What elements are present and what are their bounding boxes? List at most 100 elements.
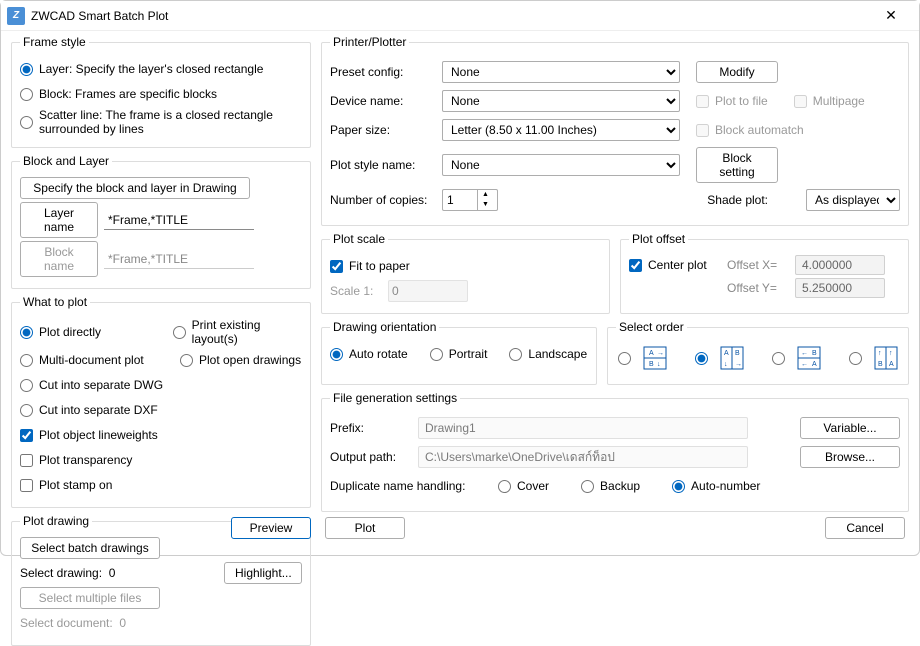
copies-label: Number of copies: (330, 193, 434, 207)
preview-button[interactable]: Preview (231, 517, 311, 539)
frame-style-legend: Frame style (20, 35, 89, 49)
browse-button[interactable]: Browse... (800, 446, 900, 468)
shade-label: Shade plot: (707, 193, 768, 207)
preset-label: Preset config: (330, 65, 434, 79)
svg-text:A: A (889, 361, 894, 368)
svg-text:B: B (735, 350, 740, 357)
prefix-label: Prefix: (330, 421, 410, 435)
plot-to-file[interactable]: Plot to file (696, 94, 768, 108)
plot-transparency[interactable]: Plot transparency (20, 453, 132, 467)
file-gen-group: File generation settings Prefix: Variabl… (321, 391, 909, 512)
style-label: Plot style name: (330, 158, 434, 172)
highlight-button[interactable]: Highlight... (224, 562, 302, 584)
cut-dwg[interactable]: Cut into separate DWG (20, 378, 163, 392)
fit-to-paper[interactable]: Fit to paper (330, 259, 410, 273)
specify-block-layer-button[interactable]: Specify the block and layer in Drawing (20, 177, 250, 199)
order-option-3[interactable]: ← B ← A (772, 346, 821, 370)
plot-offset-legend: Plot offset (629, 232, 688, 246)
paper-select[interactable]: Letter (8.50 x 11.00 Inches) (442, 119, 680, 141)
offset-x-label: Offset X= (727, 258, 787, 272)
block-name-input (104, 250, 254, 269)
paper-label: Paper size: (330, 123, 434, 137)
dup-backup[interactable]: Backup (581, 479, 640, 493)
print-existing-layouts[interactable]: Print existing layout(s) (173, 318, 302, 346)
frame-style-block[interactable]: Block: Frames are specific blocks (20, 87, 217, 101)
orientation-portrait[interactable]: Portrait (430, 347, 488, 361)
svg-text:A: A (649, 350, 654, 357)
svg-text:A: A (812, 361, 817, 368)
shade-select[interactable]: As displayed (806, 189, 900, 211)
block-layer-legend: Block and Layer (20, 154, 112, 168)
multipage: Multipage (794, 94, 865, 108)
plot-offset-group: Plot offset Center plot Offset X= 4.0000… (620, 232, 909, 314)
close-icon[interactable]: ✕ (871, 7, 911, 24)
offset-y-label: Offset Y= (727, 281, 787, 295)
plot-open-drawings[interactable]: Plot open drawings (180, 353, 301, 367)
frame-style-group: Frame style Layer: Specify the layer's c… (11, 35, 311, 148)
svg-text:→: → (735, 361, 742, 368)
cancel-button[interactable]: Cancel (825, 517, 905, 539)
select-order-group: Select order A→B↓ AB↓→ ←B←A ↑↑BA (607, 320, 909, 385)
app-icon: Z (7, 7, 25, 25)
what-to-plot-legend: What to plot (20, 295, 90, 309)
svg-text:←: ← (801, 361, 808, 368)
block-automatch[interactable]: Block automatch (696, 123, 804, 137)
center-plot[interactable]: Center plot (629, 258, 719, 272)
device-select[interactable]: None (442, 90, 680, 112)
block-name-button: Block name (20, 241, 98, 277)
window-title: ZWCAD Smart Batch Plot (31, 9, 871, 23)
order-vertical-right-icon: AB↓→ (720, 346, 744, 370)
plot-button[interactable]: Plot (325, 517, 405, 539)
plot-stamp[interactable]: Plot stamp on (20, 478, 112, 492)
select-order-legend: Select order (616, 320, 687, 334)
copies-spinner[interactable]: ▲▼ (442, 189, 498, 211)
scale-input (388, 280, 468, 302)
dup-autonumber[interactable]: Auto-number (672, 479, 760, 493)
order-vertical-left-icon: ↑↑BA (874, 346, 898, 370)
copies-up-icon[interactable]: ▲ (478, 190, 493, 200)
output-label: Output path: (330, 450, 410, 464)
order-option-1[interactable]: A→B↓ (618, 346, 667, 370)
order-option-2[interactable]: AB↓→ (695, 346, 744, 370)
svg-text:B: B (878, 361, 883, 368)
layer-name-button[interactable]: Layer name (20, 202, 98, 238)
frame-style-scatter[interactable]: Scatter line: The frame is a closed rect… (20, 108, 289, 136)
copies-down-icon[interactable]: ▼ (478, 200, 493, 210)
orientation-landscape[interactable]: Landscape (509, 347, 587, 361)
preset-select[interactable]: None (442, 61, 680, 83)
variable-button[interactable]: Variable... (800, 417, 900, 439)
select-document-label: Select document: 0 (20, 612, 302, 634)
dup-label: Duplicate name handling: (330, 479, 480, 493)
plot-lineweights[interactable]: Plot object lineweights (20, 428, 158, 442)
scale-label: Scale 1: (330, 284, 388, 298)
style-select[interactable]: None (442, 154, 680, 176)
plot-directly[interactable]: Plot directly (20, 325, 143, 339)
svg-text:←: ← (801, 350, 808, 357)
dup-cover[interactable]: Cover (498, 479, 549, 493)
orientation-group: Drawing orientation Auto rotate Portrait… (321, 320, 597, 385)
cut-dxf[interactable]: Cut into separate DXF (20, 403, 158, 417)
plot-scale-legend: Plot scale (330, 232, 388, 246)
layer-name-input[interactable] (104, 211, 254, 230)
frame-style-layer[interactable]: Layer: Specify the layer's closed rectan… (20, 62, 263, 76)
printer-group: Printer/Plotter Preset config: None Modi… (321, 35, 909, 226)
file-gen-legend: File generation settings (330, 391, 460, 405)
copies-input[interactable] (443, 193, 477, 207)
block-layer-group: Block and Layer Specify the block and la… (11, 154, 311, 289)
modify-button[interactable]: Modify (696, 61, 778, 83)
orientation-auto[interactable]: Auto rotate (330, 347, 408, 361)
svg-text:B: B (812, 350, 817, 357)
plot-scale-group: Plot scale Fit to paper Scale 1: (321, 232, 610, 314)
orientation-legend: Drawing orientation (330, 320, 439, 334)
svg-text:↓: ↓ (657, 361, 661, 368)
prefix-input (418, 417, 748, 439)
select-multiple-button: Select multiple files (20, 587, 160, 609)
svg-text:↑: ↑ (878, 350, 882, 357)
order-option-4[interactable]: ↑↑BA (849, 346, 898, 370)
multi-document-plot[interactable]: Multi-document plot (20, 353, 150, 367)
order-horizontal-down-icon: A→B↓ (643, 346, 667, 370)
svg-text:↓: ↓ (724, 361, 728, 368)
svg-text:B: B (649, 361, 654, 368)
order-horizontal-up-icon: ← B ← A (797, 346, 821, 370)
block-setting-button[interactable]: Block setting (696, 147, 778, 183)
